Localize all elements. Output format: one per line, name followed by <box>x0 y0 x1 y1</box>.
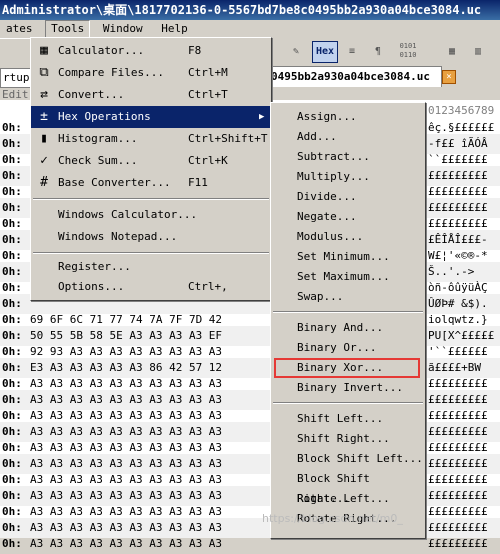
row-ascii: £££££££££ <box>428 537 488 550</box>
window-title: Administrator\桌面\1817702136-0-5567bd7be8… <box>2 3 482 17</box>
submenu-arrow-icon: ▶ <box>259 112 265 122</box>
submenu-item-binary-invert[interactable]: Binary Invert... <box>271 378 425 398</box>
menu-item-convert[interactable]: ⇄ Convert... Ctrl+T <box>31 84 271 106</box>
submenu-item-add[interactable]: Add... <box>271 127 425 147</box>
compare-icon: ⧉ <box>39 65 49 80</box>
toolbar: ✎ Hex ≡ ¶ 0101 0110 ▦ ▥ <box>270 38 500 65</box>
submenu-item-subtract[interactable]: Subtract... <box>271 147 425 167</box>
menu-help[interactable]: Help <box>155 20 194 38</box>
menu-item-hex-operations[interactable]: ± Hex Operations ▶ <box>31 106 271 128</box>
calculator-icon: ▦ <box>40 43 48 58</box>
menu-item-windows-calculator[interactable]: Windows Calculator... <box>31 204 271 226</box>
tab-active-file[interactable]: 0495bb2a930a04bce3084.uc <box>270 66 442 87</box>
hex-operations-submenu: Assign... Add... Subtract... Multiply... Div… <box>270 102 426 539</box>
submenu-item-block-shift-left[interactable]: Block Shift Left... <box>271 449 425 469</box>
menu-item-check-sum[interactable]: ✓ Check Sum... Ctrl+K <box>31 150 271 172</box>
calculator-toolbar-icon[interactable]: ▦ <box>440 41 464 63</box>
submenu-item-negate[interactable]: Negate... <box>271 207 425 227</box>
menu-item-windows-notepad[interactable]: Windows Notepad... <box>31 226 271 248</box>
close-icon[interactable]: × <box>442 70 456 84</box>
menu-window[interactable]: Window <box>97 20 149 38</box>
hex-view-button[interactable]: Hex <box>312 41 338 63</box>
text-view-icon[interactable]: ≡ <box>340 41 364 63</box>
submenu-item-block-shift-right[interactable]: Block Shift Right... <box>271 469 425 505</box>
menu-item-calculator[interactable]: ▦ Calculator... F8 <box>31 40 271 62</box>
checksum-icon: ✓ <box>40 153 48 168</box>
submenu-item-binary-xor[interactable]: Binary Xor... <box>274 358 420 378</box>
row-offset: 0h: <box>2 537 22 550</box>
submenu-item-multiply[interactable]: Multiply... <box>271 167 425 187</box>
menu-item-compare-files[interactable]: ⧉ Compare Files... Ctrl+M <box>31 62 271 84</box>
submenu-item-swap[interactable]: Swap... <box>271 287 425 307</box>
paragraph-icon[interactable]: ¶ <box>366 41 390 63</box>
watermark: https://blog.csdn.net/m0_ <box>262 512 403 525</box>
menu-templates[interactable]: ates <box>0 20 39 38</box>
menu-separator <box>273 311 423 313</box>
menu-separator <box>33 252 269 254</box>
menu-separator <box>273 402 423 404</box>
menu-item-base-converter[interactable]: # Base Converter... F11 <box>31 172 271 194</box>
base-converter-icon: # <box>40 175 48 190</box>
binary-view-icon[interactable]: 0101 0110 <box>394 41 422 63</box>
menu-item-register[interactable]: Register... <box>31 256 271 278</box>
submenu-item-set-minimum[interactable]: Set Minimum... <box>271 247 425 267</box>
convert-icon: ⇄ <box>40 87 48 102</box>
offset-header: 0123456789 <box>428 104 495 117</box>
submenu-item-rotate-left[interactable]: Rotate Left... <box>271 489 425 509</box>
submenu-item-shift-right[interactable]: Shift Right... <box>271 429 425 449</box>
submenu-item-set-maximum[interactable]: Set Maximum... <box>271 267 425 287</box>
title-bar: Administrator\桌面\1817702136-0-5567bd7be8… <box>0 0 500 20</box>
menu-item-options[interactable]: Options... Ctrl+, <box>31 276 271 298</box>
submenu-item-modulus[interactable]: Modulus... <box>271 227 425 247</box>
submenu-item-divide[interactable]: Divide... <box>271 187 425 207</box>
histogram-icon: ▮ <box>40 131 48 146</box>
highlight-icon[interactable]: ✎ <box>284 41 308 63</box>
tab-startup[interactable]: rtup <box>0 68 34 88</box>
submenu-item-binary-or[interactable]: Binary Or... <box>271 338 425 358</box>
submenu-item-binary-and[interactable]: Binary And... <box>271 318 425 338</box>
submenu-item-shift-left[interactable]: Shift Left... <box>271 409 425 429</box>
layout-icon[interactable]: ▥ <box>466 41 490 63</box>
menu-tools[interactable]: Tools <box>45 20 91 38</box>
submenu-item-assign[interactable]: Assign... <box>271 107 425 127</box>
tools-menu: ▦ Calculator... F8 ⧉ Compare Files... Ct… <box>30 37 272 301</box>
row-bytes: A3 A3 A3 A3 A3 A3 A3 A3 A3 A3 <box>30 537 223 550</box>
menu-separator <box>33 198 269 200</box>
hex-ops-icon: ± <box>40 109 48 124</box>
menu-item-histogram[interactable]: ▮ Histogram... Ctrl+Shift+T <box>31 128 271 150</box>
